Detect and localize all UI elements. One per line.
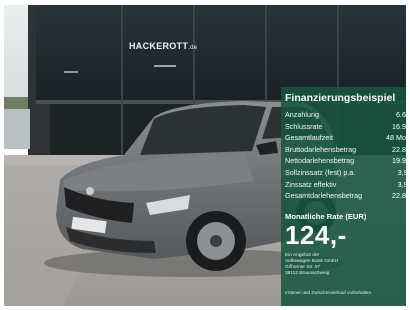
- financing-rows: Anzahlung 6.648 € Schlussrate 16.910 € Ges…: [285, 109, 406, 202]
- row-value: 48 Monate: [386, 133, 406, 143]
- row-label: Schlussrate: [285, 121, 323, 131]
- lender-info: Ein Angebot der Volkswagen Bank GmbH Gif…: [285, 253, 338, 277]
- row-label: Anzahlung: [285, 110, 319, 119]
- financing-panel: Finanzierungsbeispiel Anzahlung 6.648 € S…: [281, 87, 406, 306]
- listing-image: HACKEROTT.de Finanzierungsbeispiel Anzah…: [4, 5, 406, 306]
- dealer-sign-suffix: .de: [188, 45, 198, 51]
- row-label: Zinssatz effektiv: [285, 179, 337, 189]
- row-label: Sollzinssatz (fest) p.a.: [285, 167, 356, 177]
- financing-row: Anzahlung 6.648 €: [285, 109, 406, 121]
- dealer-sign-main: HACKEROTT: [129, 41, 189, 51]
- row-label: Gesamtdarlehensbetrag: [285, 191, 363, 201]
- row-label: Bruttodarlehensbetrag: [285, 144, 357, 154]
- row-value: 3,92 %: [397, 167, 406, 177]
- dealer-sign: HACKEROTT.de: [129, 41, 197, 51]
- row-value: 22.842 €: [392, 191, 406, 201]
- financing-title: Finanzierungsbeispiel: [285, 92, 396, 104]
- row-label: Gesamtlaufzeit: [285, 133, 333, 143]
- financing-row: Sollzinssatz (fest) p.a. 3,92 %: [285, 167, 406, 179]
- financing-row: Nettodarlehensbetrag 19.942 €: [285, 155, 406, 167]
- financing-row: Gesamtdarlehensbetrag 22.842 €: [285, 190, 406, 202]
- row-label: Nettodarlehensbetrag: [285, 156, 355, 166]
- monthly-rate-value: 124,-: [285, 220, 347, 250]
- row-value: 3,99 %: [397, 179, 406, 189]
- financing-row: Gesamtlaufzeit 48 Monate: [285, 132, 406, 144]
- row-value: 16.910 €: [392, 121, 406, 131]
- financing-row: Bruttodarlehensbetrag 22.862 €: [285, 144, 406, 156]
- disclaimer: Irrtümer und Zwischenverkauf vorbehalten…: [285, 290, 373, 295]
- lender-line: 38112 Braunschweig: [285, 271, 330, 277]
- financing-row: Zinssatz effektiv 3,99 %: [285, 179, 406, 191]
- row-value: 6.648 €: [396, 110, 406, 119]
- financing-row: Schlussrate 16.910 €: [285, 121, 406, 133]
- row-value: 19.942 €: [392, 156, 406, 166]
- row-value: 22.862 €: [392, 144, 406, 154]
